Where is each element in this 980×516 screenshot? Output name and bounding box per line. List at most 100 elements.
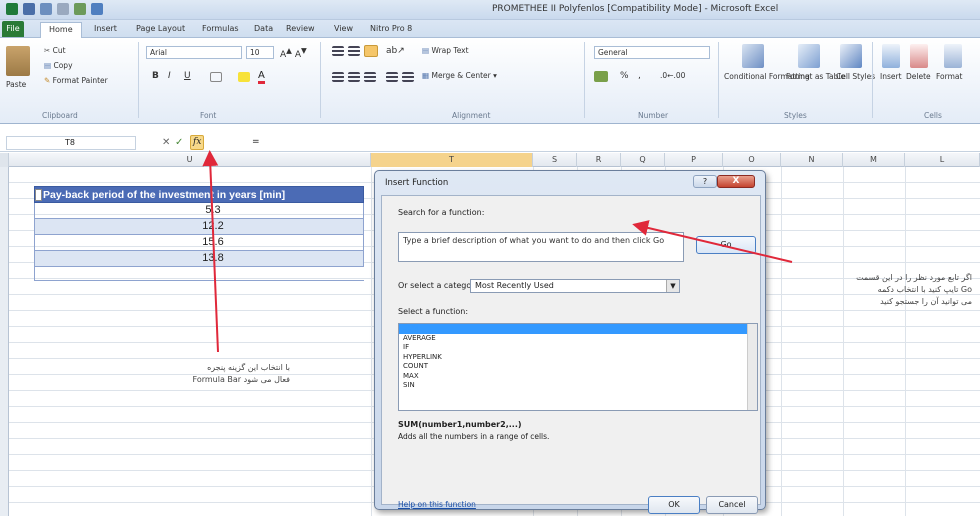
insert-function-dialog: Insert Function ? X Search for a functio… (374, 170, 766, 514)
function-list-scrollbar[interactable] (747, 324, 757, 410)
function-item-sum[interactable]: SUM (399, 324, 757, 334)
function-item[interactable]: SIN (399, 381, 757, 391)
font-name-select[interactable]: Arial (146, 46, 242, 59)
undo-icon[interactable] (40, 3, 52, 15)
tab-review[interactable]: Review (286, 22, 315, 38)
title-bar: PROMETHEE II Polyfenlos [Compatibility M… (0, 0, 980, 20)
align-left-icon[interactable] (332, 72, 344, 82)
cut-button[interactable]: ✂ Cut (44, 46, 66, 55)
table-row[interactable]: 12.2 (34, 219, 364, 235)
percent-style-icon[interactable]: % (620, 71, 629, 81)
tab-formulas[interactable]: Formulas (202, 22, 239, 38)
align-bottom-icon[interactable] (364, 45, 378, 57)
comma-style-icon[interactable]: , (638, 71, 641, 81)
fill-color-icon[interactable] (238, 72, 250, 82)
chart-icon[interactable] (91, 3, 103, 15)
number-format-select[interactable]: General (594, 46, 710, 59)
cell-styles-icon[interactable] (840, 44, 862, 68)
format-as-table-button[interactable]: Format as Table (786, 72, 845, 81)
column-header[interactable]: P (665, 153, 723, 167)
insert-function-button[interactable]: fx (190, 135, 205, 150)
help-on-function-link[interactable]: Help on this function (398, 500, 476, 509)
wrap-text-button[interactable]: ▤ Wrap Text (422, 46, 469, 55)
go-button[interactable]: Go (696, 236, 756, 254)
italic-button[interactable]: I (168, 71, 171, 81)
column-header[interactable]: O (723, 153, 781, 167)
search-function-input[interactable]: Type a brief description of what you wan… (398, 232, 684, 262)
borders-icon[interactable] (210, 72, 222, 82)
column-header[interactable]: T (371, 153, 533, 167)
print-preview-icon[interactable] (74, 3, 86, 15)
bold-button[interactable]: B (152, 71, 159, 81)
category-select[interactable]: Most Recently Used ▼ (470, 279, 680, 293)
copy-button[interactable]: ▤ Copy (44, 61, 73, 70)
increase-decimal-icon[interactable]: .0←.00 (660, 71, 685, 80)
column-header[interactable]: N (781, 153, 843, 167)
merge-center-button[interactable]: ▦ Merge & Center ▾ (422, 71, 497, 80)
paste-button[interactable]: Paste (6, 80, 26, 89)
function-item[interactable]: IF (399, 343, 757, 353)
orientation-icon[interactable]: ab↗ (386, 46, 405, 56)
format-painter-button[interactable]: ✎ Format Painter (44, 76, 108, 85)
underline-button[interactable]: U (184, 71, 191, 81)
tab-page-layout[interactable]: Page Layout (136, 22, 185, 38)
insert-cells-button[interactable]: Insert (880, 72, 902, 81)
redo-icon[interactable] (57, 3, 69, 15)
tab-nitro-pro[interactable]: Nitro Pro 8 (370, 22, 412, 38)
paste-icon[interactable] (6, 46, 30, 76)
table-row-empty[interactable] (34, 267, 364, 281)
column-headers: U T S R Q P O N M L (0, 153, 980, 167)
format-as-table-icon[interactable] (798, 44, 820, 68)
increase-indent-icon[interactable] (402, 72, 414, 82)
formula-input[interactable]: = (248, 136, 976, 150)
function-item[interactable]: AVERAGE (399, 334, 757, 344)
tab-file[interactable]: File (2, 21, 24, 37)
table-row[interactable]: 5.3 (34, 203, 364, 219)
select-all-corner[interactable] (0, 153, 9, 167)
ok-button[interactable]: OK (648, 496, 700, 514)
column-header[interactable]: Q (621, 153, 665, 167)
filter-dropdown-icon[interactable] (35, 189, 42, 201)
table-row[interactable]: 13.8 (34, 251, 364, 267)
enter-entry-icon[interactable]: ✓ (175, 136, 183, 150)
column-header[interactable]: S (533, 153, 577, 167)
cell-styles-button[interactable]: Cell Styles (836, 72, 875, 81)
accounting-format-icon[interactable] (594, 71, 608, 82)
column-header[interactable]: U (9, 153, 371, 167)
cancel-button[interactable]: Cancel (706, 496, 758, 514)
name-box[interactable]: T8 (6, 136, 136, 150)
delete-cells-button[interactable]: Delete (906, 72, 931, 81)
function-list[interactable]: SUM AVERAGE IF HYPERLINK COUNT MAX SIN (398, 323, 758, 411)
tab-data[interactable]: Data (254, 22, 273, 38)
decrease-indent-icon[interactable] (386, 72, 398, 82)
column-header[interactable]: L (905, 153, 980, 167)
close-button[interactable]: X (717, 175, 755, 188)
table-header[interactable]: Pay-back period of the investment in yea… (34, 186, 364, 203)
function-item[interactable]: HYPERLINK (399, 353, 757, 363)
tab-insert[interactable]: Insert (94, 22, 117, 38)
insert-cells-icon[interactable] (882, 44, 900, 68)
conditional-formatting-button[interactable]: Conditional Formatting (724, 72, 810, 81)
grow-font-icon[interactable]: A▲ A▼ (280, 46, 307, 60)
font-color-icon[interactable]: A (258, 70, 265, 84)
format-cells-button[interactable]: Format (936, 72, 962, 81)
align-middle-icon[interactable] (348, 46, 360, 56)
table-row[interactable]: 15.6 (34, 235, 364, 251)
tab-home[interactable]: Home (40, 22, 82, 38)
delete-cells-icon[interactable] (910, 44, 928, 68)
align-right-icon[interactable] (364, 72, 376, 82)
function-item[interactable]: MAX (399, 372, 757, 382)
format-cells-icon[interactable] (944, 44, 962, 68)
cancel-entry-icon[interactable]: ✕ (162, 136, 170, 150)
tab-view[interactable]: View (334, 22, 353, 38)
chevron-down-icon[interactable]: ▼ (666, 280, 679, 292)
column-header[interactable]: M (843, 153, 905, 167)
function-item[interactable]: COUNT (399, 362, 757, 372)
align-top-icon[interactable] (332, 46, 344, 56)
help-button[interactable]: ? (693, 175, 717, 188)
align-center-icon[interactable] (348, 72, 360, 82)
conditional-formatting-icon[interactable] (742, 44, 764, 68)
save-icon[interactable] (23, 3, 35, 15)
font-size-select[interactable]: 10 (246, 46, 274, 59)
column-header[interactable]: R (577, 153, 621, 167)
